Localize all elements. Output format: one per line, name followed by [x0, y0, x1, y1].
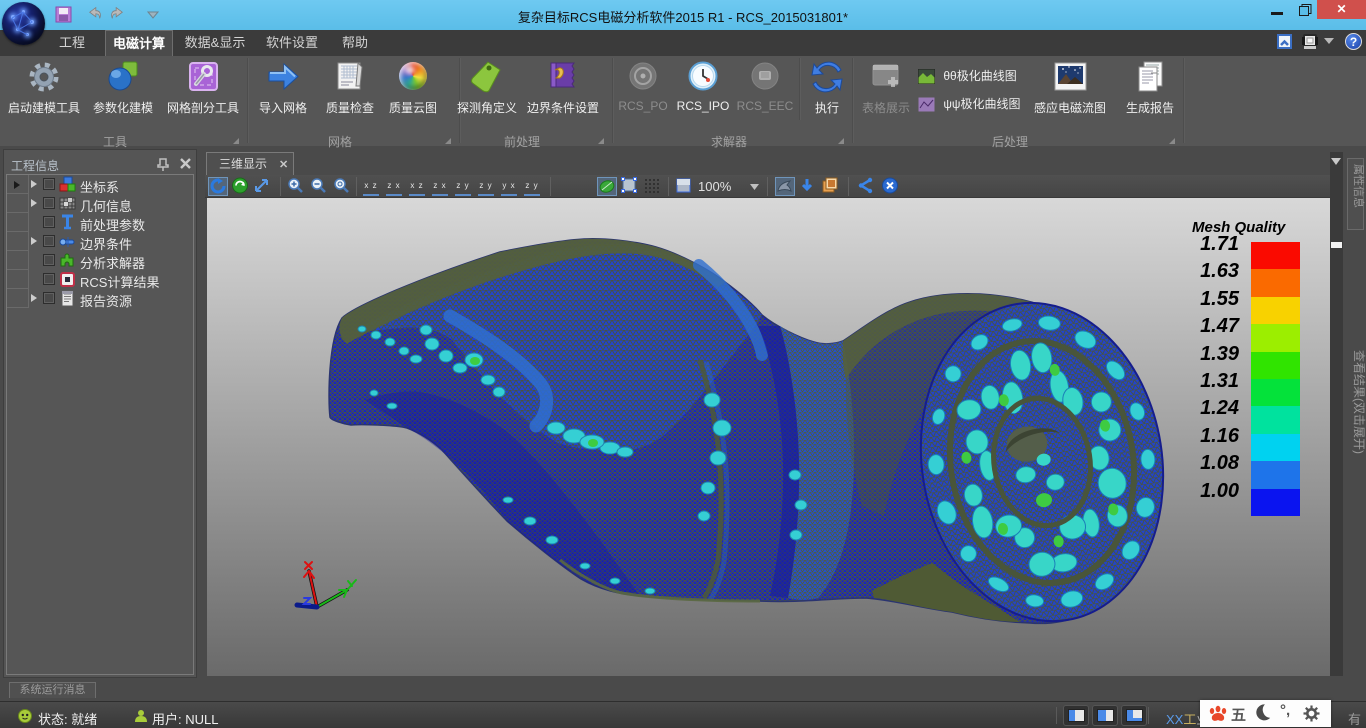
svg-text:查看结果(双击展开): 查看结果(双击展开): [1352, 350, 1366, 454]
svg-text:属性信息: 属性信息: [1352, 164, 1366, 208]
